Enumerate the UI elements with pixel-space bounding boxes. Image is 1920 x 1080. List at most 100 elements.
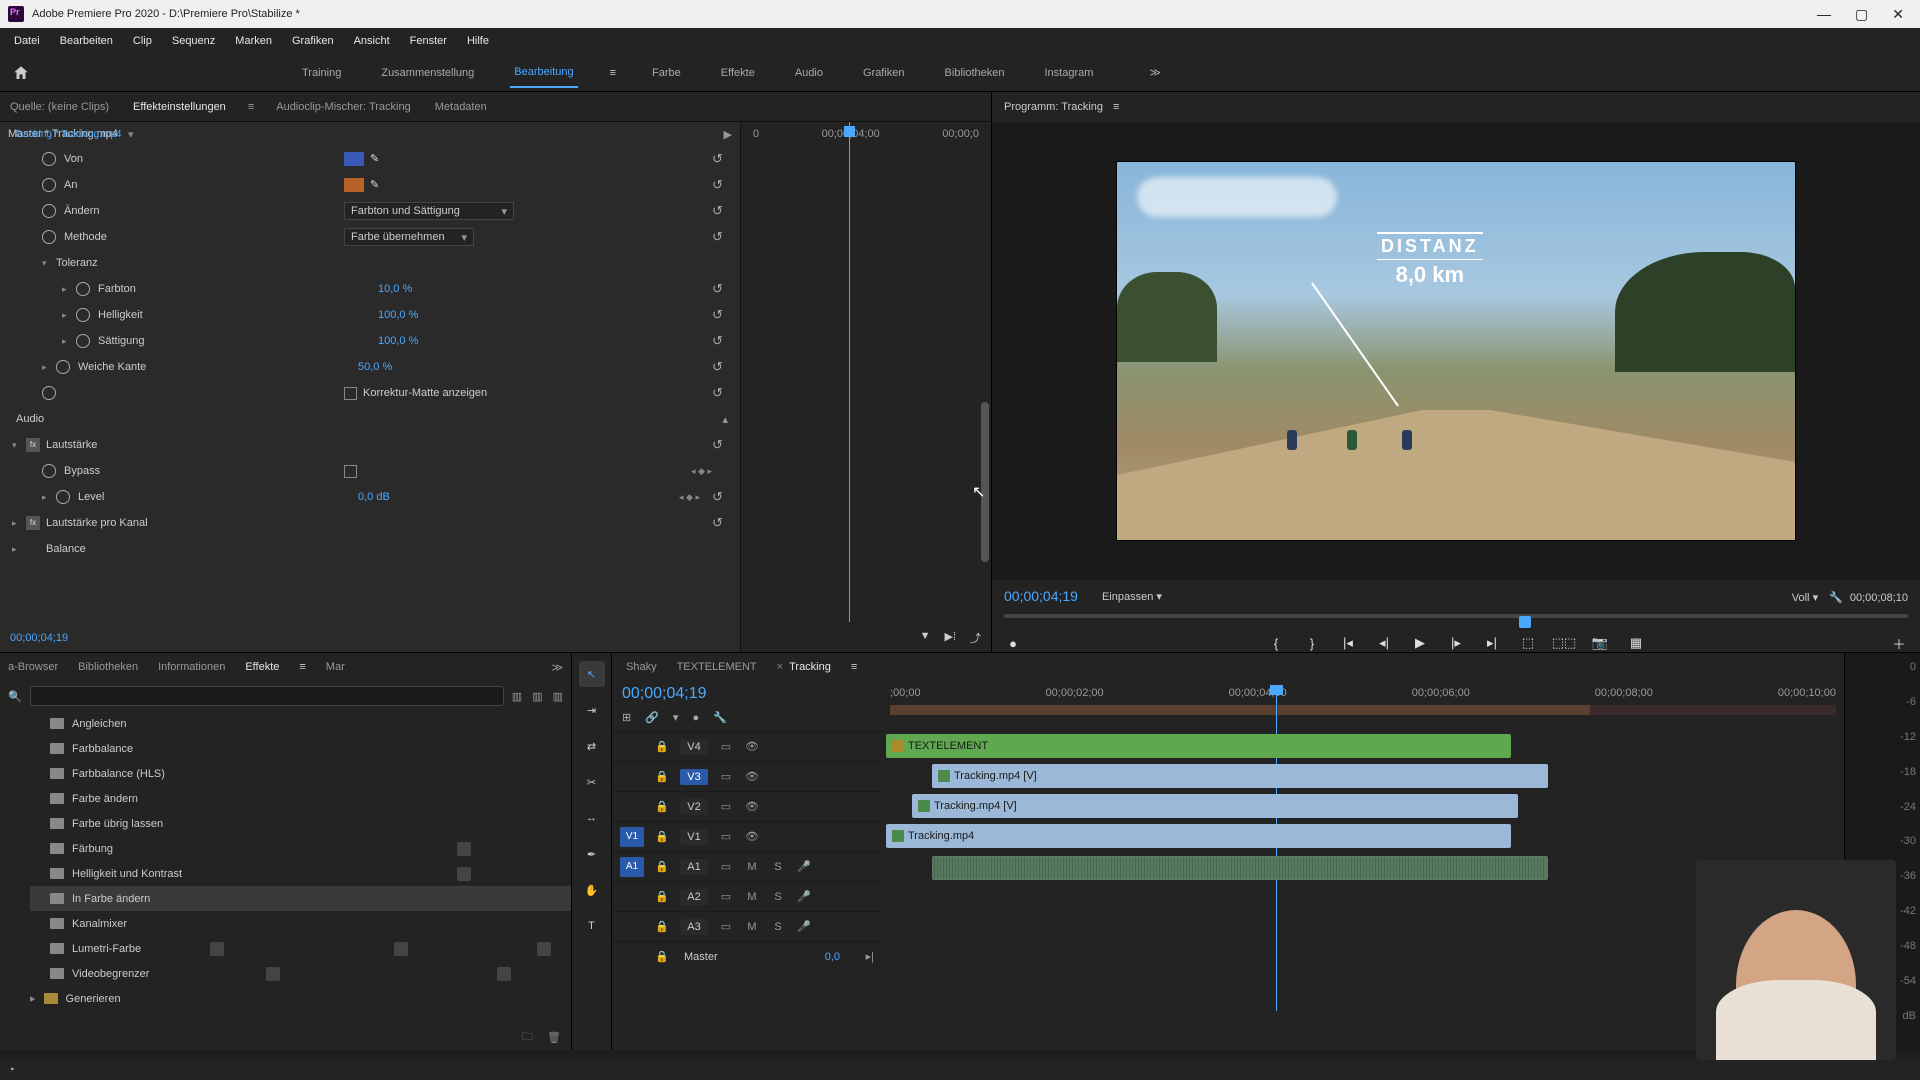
menu-datei[interactable]: Datei <box>4 31 50 51</box>
checkbox-bypass[interactable] <box>344 465 357 478</box>
source-patch-v1[interactable]: V1 <box>620 827 644 847</box>
tab-effekteinstellungen[interactable]: Effekteinstellungen <box>131 97 228 117</box>
expand-icon[interactable]: ▸ <box>12 518 26 529</box>
workspace-training[interactable]: Training <box>298 59 345 87</box>
program-timecode[interactable]: 00;00;04;19 <box>1004 588 1078 604</box>
wrench-icon[interactable]: 🔧 <box>713 711 727 724</box>
panel-menu-icon[interactable]: ≡ <box>299 661 305 673</box>
effect-item[interactable]: Farbe ändern <box>72 793 138 805</box>
stopwatch-icon[interactable] <box>56 360 70 374</box>
selection-tool[interactable]: ↖ <box>579 661 605 687</box>
workspace-menu-icon[interactable]: ≡ <box>610 67 616 79</box>
reset-icon[interactable]: ↺ <box>712 515 728 531</box>
lock-icon[interactable]: 🔒 <box>654 920 670 933</box>
ec-mini-timeline[interactable]: 0 00;00;04;00 00;00;0 ▼▶⁞⤴ <box>740 122 991 652</box>
preset-bin-icon[interactable]: ▥ <box>512 690 522 703</box>
master-level[interactable]: 0,0 <box>825 951 840 963</box>
close-button[interactable]: ✕ <box>1892 6 1904 23</box>
effect-folder[interactable]: Generieren <box>66 993 121 1005</box>
reset-icon[interactable]: ↺ <box>712 177 728 193</box>
track-select-tool[interactable]: ⇥ <box>579 697 605 723</box>
effects-list[interactable]: Angleichen Farbbalance Farbbalance (HLS)… <box>0 711 571 1024</box>
more-tabs-icon[interactable]: ≫ <box>551 661 563 674</box>
clip-v2[interactable]: Tracking.mp4 [V] <box>912 794 1518 818</box>
sync-lock-icon[interactable]: ▭ <box>718 890 734 903</box>
chevron-down-icon[interactable]: ▾ <box>128 128 134 141</box>
solo-button[interactable]: S <box>770 921 786 933</box>
lock-icon[interactable]: 🔒 <box>654 740 670 753</box>
stopwatch-icon[interactable] <box>42 386 56 400</box>
filter-icon[interactable]: ▼ <box>920 630 931 646</box>
lock-icon[interactable]: 🔒 <box>654 830 670 843</box>
mute-button[interactable]: M <box>744 921 760 933</box>
delete-icon[interactable]: 🗑 <box>547 1031 561 1044</box>
maximize-button[interactable]: ▢ <box>1855 6 1868 23</box>
menu-bearbeiten[interactable]: Bearbeiten <box>50 31 123 51</box>
track-v1[interactable]: V1 <box>680 829 708 845</box>
solo-button[interactable]: S <box>770 891 786 903</box>
menu-clip[interactable]: Clip <box>123 31 162 51</box>
eye-icon[interactable]: 👁 <box>744 800 760 813</box>
home-icon[interactable] <box>12 64 30 82</box>
sequence-tab-tracking[interactable]: Tracking <box>789 661 831 673</box>
menu-fenster[interactable]: Fenster <box>400 31 457 51</box>
step-back-button[interactable]: ◂| <box>1375 634 1393 652</box>
expand-icon[interactable]: ▸ <box>42 492 56 503</box>
menu-grafiken[interactable]: Grafiken <box>282 31 344 51</box>
stopwatch-icon[interactable] <box>42 230 56 244</box>
panel-menu-icon[interactable]: ≡ <box>851 661 857 673</box>
effect-item[interactable]: Angleichen <box>72 718 126 730</box>
dropdown-methode[interactable]: Farbe übernehmen <box>344 228 474 246</box>
value-weiche-kante[interactable]: 50,0 % <box>358 361 538 373</box>
stopwatch-icon[interactable] <box>42 464 56 478</box>
tab-menu-icon[interactable]: ≡ <box>248 101 254 113</box>
workspace-instagram[interactable]: Instagram <box>1040 59 1097 87</box>
collapse-icon[interactable]: ▾ <box>12 440 26 451</box>
keyframe-nav[interactable]: ◂ ◆ ▸ <box>679 492 700 503</box>
color-swatch-an[interactable] <box>344 178 364 192</box>
expand-icon[interactable]: ▸ <box>62 284 76 295</box>
record-icon[interactable]: 🎤 <box>796 890 812 903</box>
workspace-audio[interactable]: Audio <box>791 59 827 87</box>
eye-icon[interactable]: 👁 <box>744 770 760 783</box>
fx-badge-icon[interactable]: fx <box>26 516 40 530</box>
track-v2[interactable]: V2 <box>680 799 708 815</box>
comparison-view-button[interactable]: ▦ <box>1627 634 1645 652</box>
menu-marken[interactable]: Marken <box>225 31 282 51</box>
play-icon[interactable]: ▶ <box>724 128 732 141</box>
ec-playhead[interactable] <box>849 122 850 622</box>
close-tab-icon[interactable]: × <box>777 661 783 673</box>
fit-dropdown[interactable]: Einpassen ▾ <box>1102 590 1162 603</box>
tab-marken[interactable]: Mar <box>326 661 345 673</box>
eye-icon[interactable]: 👁 <box>744 830 760 843</box>
ripple-edit-tool[interactable]: ⇄ <box>579 733 605 759</box>
value-farbton[interactable]: 10,0 % <box>378 283 558 295</box>
linked-selection-icon[interactable]: 🔗 <box>645 711 659 724</box>
value-saettigung[interactable]: 100,0 % <box>378 335 558 347</box>
stopwatch-icon[interactable] <box>76 308 90 322</box>
effect-item[interactable]: In Farbe ändern <box>72 893 150 905</box>
lift-button[interactable]: ⬚ <box>1519 634 1537 652</box>
ec-timecode[interactable]: 00;00;04;19 <box>10 632 68 644</box>
hand-tool[interactable]: ✋ <box>579 877 605 903</box>
source-patch-a1[interactable]: A1 <box>620 857 644 877</box>
effect-item[interactable]: Farbbalance (HLS) <box>72 768 165 780</box>
workspace-bibliotheken[interactable]: Bibliotheken <box>941 59 1009 87</box>
step-forward-button[interactable]: |▸ <box>1447 634 1465 652</box>
wrench-icon[interactable]: 🔧 <box>1829 592 1843 604</box>
eye-icon[interactable]: 👁 <box>744 740 760 753</box>
stopwatch-icon[interactable] <box>76 334 90 348</box>
export-frame-button[interactable]: 📷 <box>1591 634 1609 652</box>
collapse-icon[interactable]: ▾ <box>42 258 56 269</box>
fx-badge-icon[interactable]: fx <box>26 438 40 452</box>
reset-icon[interactable]: ↺ <box>712 333 728 349</box>
reset-icon[interactable]: ↺ <box>712 229 728 245</box>
tab-effekte[interactable]: Effekte <box>245 661 279 673</box>
mark-in-button[interactable]: { <box>1267 634 1285 652</box>
clip-audio[interactable] <box>932 856 1548 880</box>
stopwatch-icon[interactable] <box>76 282 90 296</box>
effect-item[interactable]: Kanalmixer <box>72 918 127 930</box>
workspace-bearbeitung[interactable]: Bearbeitung <box>510 58 577 88</box>
workspace-farbe[interactable]: Farbe <box>648 59 685 87</box>
tab-bibliotheken[interactable]: Bibliotheken <box>78 661 138 673</box>
